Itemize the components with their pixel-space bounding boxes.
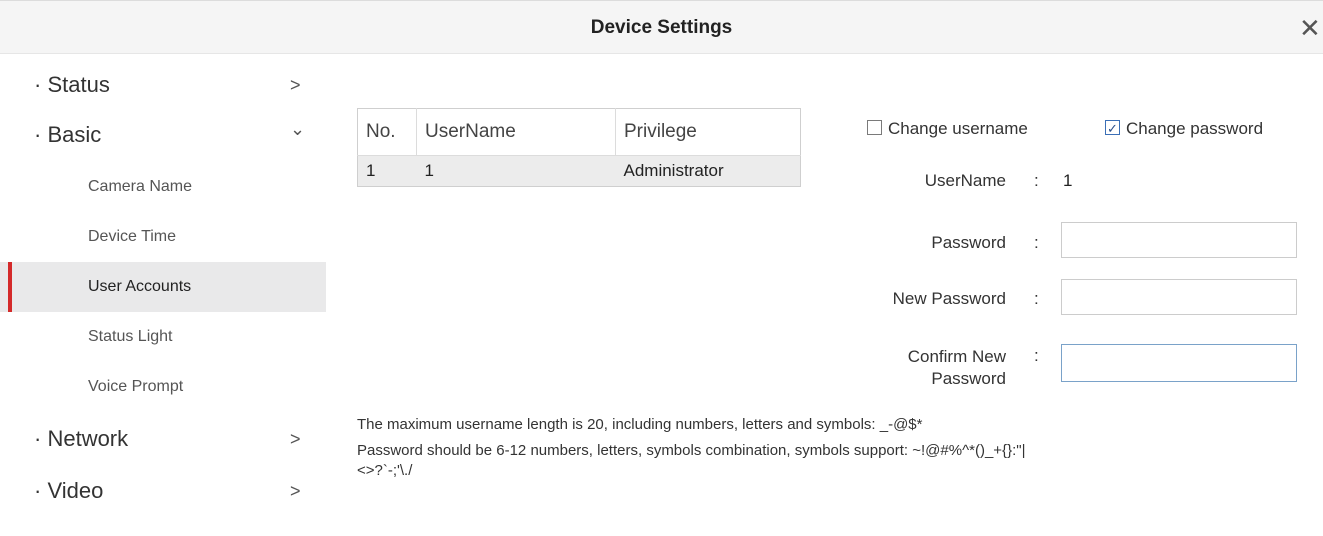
username-label: UserName (924, 171, 1006, 190)
password-colon: : (1034, 233, 1039, 252)
confirm-label-line2: Password (931, 369, 1006, 388)
device-settings-window: Device Settings ✕ Status > Basic ⌄ Camer… (0, 0, 1323, 536)
sidebar-item-label: Voice Prompt (88, 378, 184, 395)
cell-privilege: Administrator (615, 155, 801, 187)
sidebar-item-video[interactable]: Video > (0, 466, 326, 516)
change-password-option[interactable]: Change password (1105, 116, 1263, 142)
chevron-right-icon: > (290, 429, 301, 449)
confirm-password-label: Confirm New Password (830, 346, 1006, 390)
change-username-option[interactable]: Change username (867, 116, 1028, 142)
username-colon: : (1034, 171, 1039, 190)
username-value: 1 (1063, 171, 1073, 190)
new-password-colon: : (1034, 289, 1039, 308)
sidebar-item-network[interactable]: Network > (0, 414, 326, 464)
sidebar-item-label: Network (34, 414, 128, 464)
sidebar-item-label: Device Time (88, 228, 177, 245)
user-accounts-table: No. UserName Privilege 1 1 Administrator (357, 108, 801, 187)
window-title: Device Settings (590, 17, 733, 38)
change-password-label: Change password (1126, 119, 1264, 138)
sidebar-item-voice-prompt[interactable]: Voice Prompt (0, 362, 326, 412)
change-username-label: Change username (888, 119, 1028, 138)
confirm-password-field[interactable] (1061, 344, 1297, 382)
change-username-checkbox[interactable] (867, 120, 882, 135)
chevron-right-icon: > (290, 75, 301, 95)
sidebar-item-user-accounts[interactable]: User Accounts (0, 262, 326, 312)
settings-sidebar: Status > Basic ⌄ Camera Name Device Time… (0, 54, 326, 536)
column-header-privilege: Privilege (615, 108, 801, 156)
new-password-label: New Password (892, 289, 1006, 308)
column-header-no: No. (357, 108, 417, 156)
password-rule-note-line2: <>?`-;'\./ (357, 462, 413, 479)
confirm-password-colon: : (1034, 346, 1039, 365)
close-icon[interactable]: ✕ (1299, 13, 1323, 43)
sidebar-item-label: Camera Name (88, 178, 193, 195)
chevron-right-icon: > (290, 481, 301, 501)
password-rule-note-line1: Password should be 6-12 numbers, letters… (357, 442, 1026, 459)
table-row[interactable]: 1 1 Administrator (357, 155, 801, 187)
sidebar-item-label: Status Light (88, 328, 173, 345)
change-password-checkbox[interactable] (1105, 116, 1120, 142)
active-indicator (8, 262, 12, 312)
table-header-row: No. UserName Privilege (357, 108, 801, 156)
title-bar: Device Settings ✕ (0, 0, 1323, 54)
sidebar-item-camera-name[interactable]: Camera Name (0, 162, 326, 212)
sidebar-item-basic[interactable]: Basic ⌄ (0, 110, 326, 160)
cell-username: 1 (416, 155, 616, 187)
chevron-down-icon: ⌄ (290, 119, 306, 139)
sidebar-item-status[interactable]: Status > (0, 60, 326, 110)
sidebar-item-label: Status (34, 60, 109, 110)
sidebar-item-device-time[interactable]: Device Time (0, 212, 326, 262)
password-field[interactable] (1061, 222, 1297, 258)
confirm-label-line1: Confirm New (907, 347, 1006, 366)
sidebar-item-label: User Accounts (88, 278, 192, 295)
sidebar-item-status-light[interactable]: Status Light (0, 312, 326, 362)
sidebar-item-label: Video (34, 466, 103, 516)
new-password-field[interactable] (1061, 279, 1297, 315)
cell-no: 1 (357, 155, 417, 187)
username-rule-note: The maximum username length is 20, inclu… (357, 416, 923, 433)
column-header-username: UserName (416, 108, 616, 156)
sidebar-item-label: Basic (34, 110, 101, 160)
password-label: Password (931, 233, 1006, 252)
